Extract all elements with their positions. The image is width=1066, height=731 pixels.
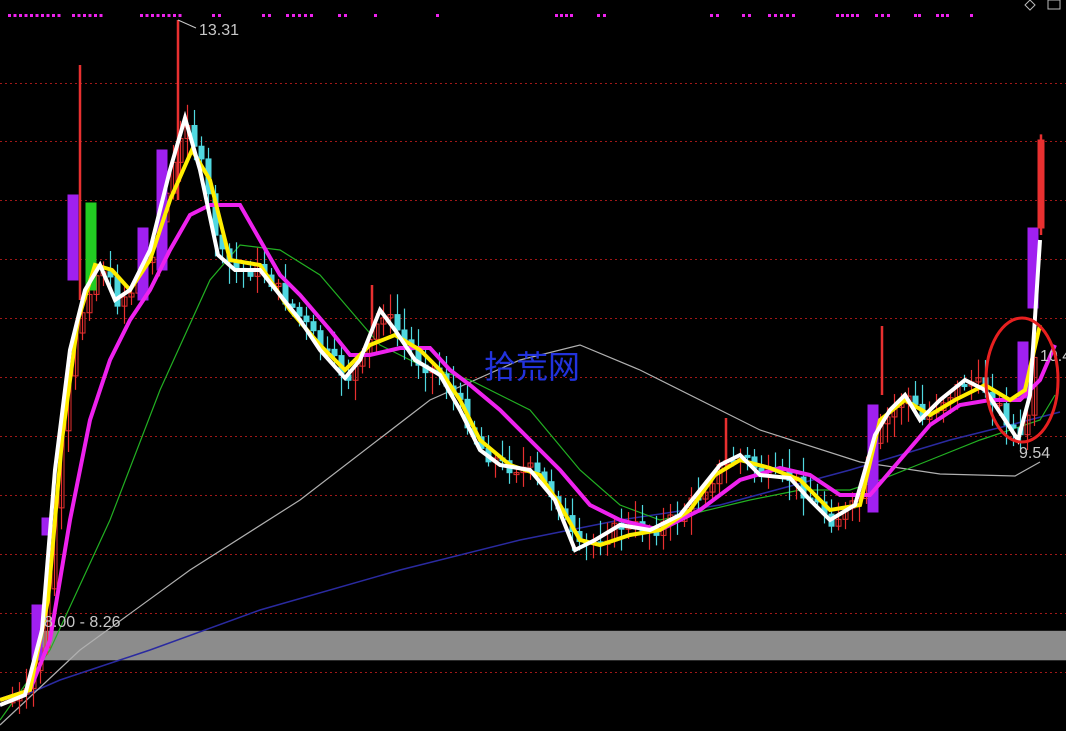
signal-dot: [304, 14, 307, 17]
signal-dot: [338, 14, 341, 17]
signal-dot: [151, 14, 154, 17]
candle-body: [961, 384, 968, 388]
signal-dot: [35, 14, 39, 17]
signal-dot: [603, 14, 606, 17]
signal-dot: [94, 14, 97, 17]
signal-dot: [212, 14, 215, 17]
signal-dot: [8, 14, 11, 17]
signal-dot: [83, 14, 86, 17]
candle-body: [310, 321, 317, 332]
signal-dot: [881, 14, 884, 17]
signal-dot: [792, 14, 795, 17]
signal-dot: [560, 14, 563, 17]
signal-dot: [30, 14, 33, 17]
watermark: 拾荒网: [484, 348, 580, 386]
signal-dot: [875, 14, 878, 17]
signal-dot: [46, 14, 50, 17]
signal-dot: [145, 14, 149, 17]
signal-dot: [774, 14, 777, 17]
signal-dot: [946, 14, 949, 17]
signal-dot: [140, 14, 143, 17]
band-range-label: 8.00 - 8.26: [44, 614, 121, 631]
signal-dot: [72, 14, 75, 17]
signal-dot: [52, 14, 55, 17]
signal-dot: [936, 14, 939, 17]
signal-dot: [268, 14, 271, 17]
signal-dot: [77, 14, 81, 17]
candle-body: [1037, 139, 1045, 229]
signal-dot: [298, 14, 301, 17]
signal-dot: [88, 14, 92, 17]
right-level-label-1: 9.54: [1019, 445, 1050, 462]
candle-body: [303, 315, 310, 323]
signal-dot: [167, 14, 171, 17]
signal-dot: [780, 14, 783, 17]
signal-dot: [846, 14, 849, 17]
signal-dot: [374, 14, 377, 17]
signal-dot: [19, 14, 22, 17]
signal-dot: [786, 14, 789, 17]
signal-dot: [24, 14, 28, 17]
signal-dot: [262, 14, 265, 17]
signal-dot: [162, 14, 165, 17]
signal-dot: [570, 14, 573, 17]
signal-dot: [941, 14, 944, 17]
signal-dot: [292, 14, 295, 17]
candle-body: [198, 145, 205, 160]
signal-dot: [218, 14, 221, 17]
candle-body: [744, 454, 751, 458]
signal-dot: [13, 14, 17, 17]
signal-dot: [856, 14, 859, 17]
signal-dot: [178, 14, 182, 17]
candle-body: [67, 194, 79, 281]
signal-dot: [914, 14, 917, 17]
signal-dot: [748, 14, 751, 17]
signal-dot: [970, 14, 973, 17]
signal-dot: [918, 14, 921, 17]
signal-dot: [57, 14, 61, 17]
signal-dot: [887, 14, 890, 17]
signal-dot: [344, 14, 347, 17]
signal-dot: [156, 14, 160, 17]
signal-dot: [710, 14, 713, 17]
stock-chart: 13.31 8.00 - 8.26 9.54 10.46 拾荒网: [0, 0, 1066, 731]
signal-dot: [436, 14, 439, 17]
signal-dot: [836, 14, 839, 17]
high-price-label: 13.31: [199, 22, 239, 39]
signal-dot: [173, 14, 176, 17]
signal-dot: [742, 14, 745, 17]
signal-dot: [768, 14, 771, 17]
signal-dot: [565, 14, 568, 17]
signal-dot: [597, 14, 600, 17]
signal-dot: [286, 14, 289, 17]
signal-dot: [99, 14, 103, 17]
signal-dot: [41, 14, 44, 17]
candle-body: [331, 348, 338, 357]
signal-dot: [851, 14, 854, 17]
signal-dot: [716, 14, 719, 17]
signal-dot: [841, 14, 844, 17]
candle-body: [534, 462, 541, 473]
signal-dot: [310, 14, 313, 17]
signal-dot: [555, 14, 558, 17]
